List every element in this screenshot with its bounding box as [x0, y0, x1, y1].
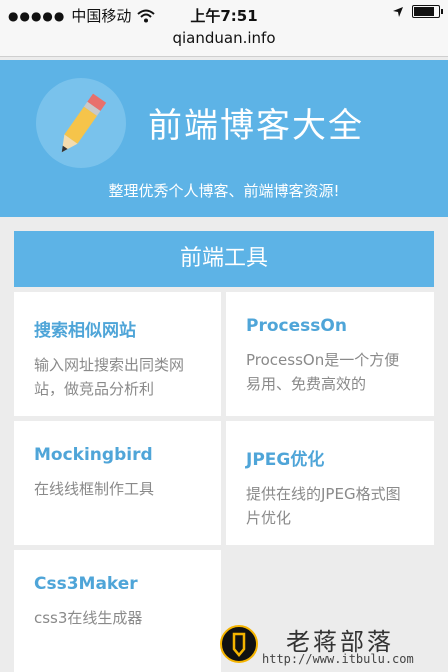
tool-card[interactable]: 搜索相似网站 输入网址搜索出同类网站，做竞品分析利 — [14, 292, 221, 416]
tool-card-title[interactable]: Css3Maker — [34, 574, 201, 594]
tool-card-title[interactable]: 搜索相似网站 — [34, 316, 201, 341]
address-bar[interactable]: qianduan.info — [0, 28, 448, 57]
tool-card-title[interactable]: ProcessOn — [246, 316, 414, 336]
battery-icon — [412, 5, 443, 18]
tool-card-desc: css3在线生成器 — [34, 609, 143, 627]
status-bar: ●●●●● 中国移动 上午7:51 — [0, 0, 448, 28]
tool-card-desc: ProcessOn是一个方便易用、免费高效的 — [246, 351, 400, 393]
pencil-badge-icon — [232, 632, 246, 657]
tool-card[interactable]: ProcessOn ProcessOn是一个方便易用、免费高效的 — [226, 292, 434, 416]
site-title: 前端博客大全 — [148, 106, 364, 146]
tool-card-title[interactable]: JPEG优化 — [246, 445, 414, 470]
tool-card[interactable]: Css3Maker css3在线生成器 — [14, 550, 221, 672]
section-title: 前端工具 — [14, 231, 434, 287]
url-text[interactable]: qianduan.info — [172, 29, 275, 47]
tool-card-desc: 在线线框制作工具 — [34, 480, 155, 498]
clock: 上午7:51 — [190, 7, 258, 25]
tool-card-title[interactable]: Mockingbird — [34, 445, 201, 465]
tool-card-desc: 输入网址搜索出同类网站，做竞品分析利 — [34, 356, 185, 398]
site-subtitle: 整理优秀个人博客、前端博客资源! — [108, 182, 340, 200]
pencil-icon — [61, 93, 107, 153]
watermark-logo — [220, 625, 258, 663]
site-logo[interactable] — [36, 78, 126, 168]
tool-card[interactable]: Mockingbird 在线线框制作工具 — [14, 421, 221, 545]
tool-card-desc: 提供在线的JPEG格式图片优化 — [246, 485, 401, 527]
location-arrow-icon — [393, 6, 403, 17]
watermark-url: http://www.itbulu.com — [262, 652, 414, 666]
tool-card[interactable]: JPEG优化 提供在线的JPEG格式图片优化 — [226, 421, 434, 545]
hero-banner: 前端博客大全 整理优秀个人博客、前端博客资源! — [0, 60, 448, 217]
